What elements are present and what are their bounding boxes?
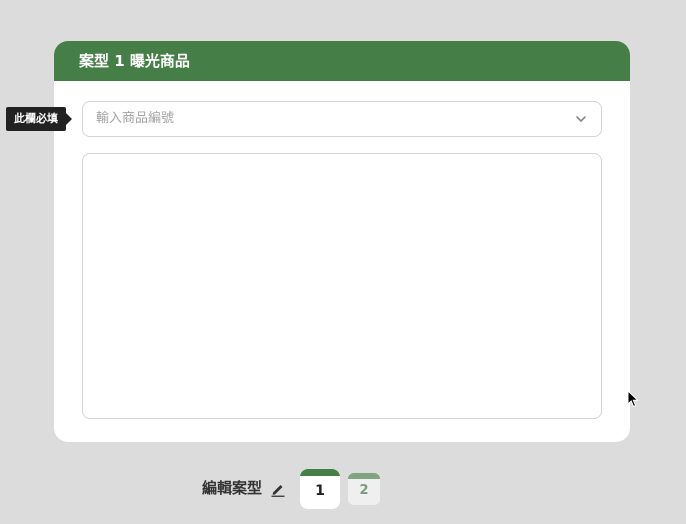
edit-campaign-label[interactable]: 編輯案型 [202, 478, 262, 498]
campaign-card: 案型 1 曝光商品 輸入商品編號 [54, 41, 630, 442]
tab-label: 2 [359, 483, 369, 498]
pencil-icon[interactable] [270, 481, 286, 497]
tab-active-indicator [300, 469, 340, 476]
campaign-tab-1[interactable]: 1 [300, 469, 340, 509]
chevron-down-icon[interactable] [575, 113, 587, 125]
product-number-placeholder: 輸入商品編號 [96, 111, 175, 126]
product-list-area[interactable] [82, 153, 602, 419]
product-number-select[interactable]: 輸入商品編號 [82, 101, 602, 137]
tab-label: 1 [315, 483, 325, 499]
required-field-tooltip: 此欄必填 [6, 107, 72, 131]
mouse-pointer-icon [627, 390, 639, 408]
card-title: 案型 1 曝光商品 [54, 41, 630, 81]
campaign-tab-2[interactable]: 2 [348, 473, 380, 505]
